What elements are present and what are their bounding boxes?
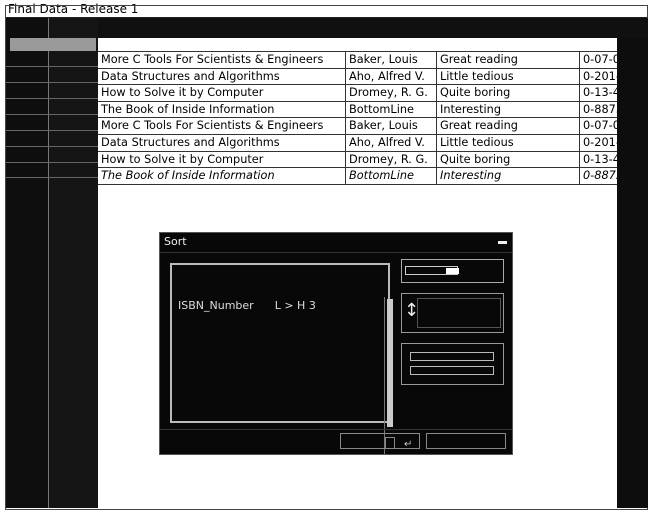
option-field[interactable] <box>410 366 494 375</box>
gutter-row-divider <box>6 82 98 83</box>
table-row[interactable]: More C Tools For Scientists & Engineers B… <box>98 52 617 69</box>
sort-key-index: 3 <box>308 299 316 312</box>
dialog-title-divider <box>160 252 512 253</box>
record-selector-gutter <box>48 18 99 508</box>
gutter-row-divider <box>6 146 98 147</box>
cell-title[interactable]: How to Solve it by Computer <box>98 85 346 101</box>
cell-isbn[interactable]: 0-13-4 <box>580 85 617 101</box>
options-group <box>401 343 504 385</box>
row-header-gutter <box>6 18 48 508</box>
cell-author[interactable]: Dromey, R. G. <box>346 151 437 168</box>
sort-key-field: ISBN_Number <box>178 299 254 312</box>
table-row[interactable]: How to Solve it by Computer Dromey, R. G.… <box>98 151 617 169</box>
cell-comment[interactable]: Great reading <box>437 118 580 134</box>
cell-author[interactable]: Dromey, R. G. <box>346 85 437 101</box>
cell-comment[interactable]: Little tedious <box>437 68 580 85</box>
column-header-bar[interactable] <box>98 18 648 38</box>
cell-title[interactable]: The Book of Inside Information <box>98 101 346 118</box>
minimize-icon[interactable] <box>498 241 507 244</box>
cell-title[interactable]: Data Structures and Algorithms <box>98 134 346 151</box>
sort-key-item[interactable]: ISBN_Number L > H 3 <box>178 299 316 312</box>
cell-comment[interactable]: Little tedious <box>437 134 580 151</box>
table-row[interactable]: Data Structures and Algorithms Aho, Alfre… <box>98 134 617 152</box>
cell-author[interactable]: Baker, Louis <box>346 118 437 134</box>
right-scroll-area[interactable] <box>617 38 648 508</box>
cell-isbn[interactable]: 0-8873 <box>580 102 617 118</box>
table-row[interactable]: How to Solve it by Computer Dromey, R. G.… <box>98 85 617 102</box>
table-row[interactable]: More C Tools For Scientists & Engineers B… <box>98 118 617 135</box>
field-selector[interactable] <box>401 259 504 283</box>
gutter-row-divider <box>6 130 98 131</box>
data-grid: More C Tools For Scientists & Engineers B… <box>98 52 617 185</box>
sort-order-group[interactable]: ↕ <box>401 293 504 333</box>
window-title: Final Data - Release 1 <box>5 3 648 18</box>
app-window: Final Data - Release 1 More C Tools For … <box>0 0 655 516</box>
cell-title[interactable]: How to Solve it by Computer <box>98 151 346 168</box>
option-field[interactable] <box>410 352 494 361</box>
dialog-footer-divider <box>160 429 512 430</box>
field-slider[interactable] <box>405 266 459 275</box>
cell-author[interactable]: Baker, Louis <box>346 52 437 68</box>
field-slider-thumb[interactable] <box>446 268 459 274</box>
cell-isbn[interactable]: 0-13-4 <box>580 152 617 168</box>
gutter-row-divider <box>6 98 98 99</box>
table-row[interactable]: The Book of Inside Information BottomLine… <box>98 101 617 119</box>
table-row[interactable]: The Book of Inside Information BottomLine… <box>98 168 617 185</box>
cell-isbn[interactable]: 0-07-0 <box>580 118 617 134</box>
return-icon: ↵ <box>404 439 413 450</box>
listbox-scrollbar[interactable] <box>384 297 395 454</box>
cell-comment[interactable]: Interesting <box>437 101 580 118</box>
cell-author[interactable]: BottomLine <box>346 168 437 184</box>
select-all-corner[interactable] <box>10 38 96 51</box>
dialog-title: Sort <box>164 235 187 248</box>
sort-keys-listbox[interactable]: ISBN_Number L > H 3 <box>170 263 395 454</box>
cell-title[interactable]: Data Structures and Algorithms <box>98 68 346 85</box>
cell-isbn[interactable]: 0-201- <box>580 69 617 85</box>
sort-order-field <box>417 298 501 328</box>
cell-isbn[interactable]: 0-201- <box>580 135 617 151</box>
cell-title[interactable]: More C Tools For Scientists & Engineers <box>98 52 346 68</box>
cancel-button[interactable] <box>426 433 506 449</box>
gutter-row-divider <box>6 66 98 67</box>
cell-isbn[interactable]: 0-8873 <box>580 168 617 184</box>
sort-dialog: Sort ISBN_Number L > H 3 ↕ ↵ <box>159 232 513 455</box>
cell-author[interactable]: Aho, Alfred V. <box>346 134 437 151</box>
cell-comment[interactable]: Quite boring <box>437 151 580 168</box>
cell-author[interactable]: Aho, Alfred V. <box>346 68 437 85</box>
cell-isbn[interactable]: 0-07-0 <box>580 52 617 68</box>
cell-title[interactable]: More C Tools For Scientists & Engineers <box>98 118 346 134</box>
scrollbar-thumb[interactable] <box>387 299 393 427</box>
cell-title[interactable]: The Book of Inside Information <box>98 168 346 184</box>
cell-comment[interactable]: Quite boring <box>437 85 580 101</box>
cell-author[interactable]: BottomLine <box>346 101 437 118</box>
ok-button[interactable]: ↵ <box>340 433 420 450</box>
gutter-row-divider <box>6 114 98 115</box>
sort-key-order: L > H <box>274 299 306 312</box>
cell-comment[interactable]: Interesting <box>437 168 580 184</box>
gutter-row-divider <box>6 177 98 178</box>
cell-comment[interactable]: Great reading <box>437 52 580 68</box>
table-row[interactable]: Data Structures and Algorithms Aho, Alfre… <box>98 68 617 86</box>
gutter-row-divider <box>6 162 98 163</box>
